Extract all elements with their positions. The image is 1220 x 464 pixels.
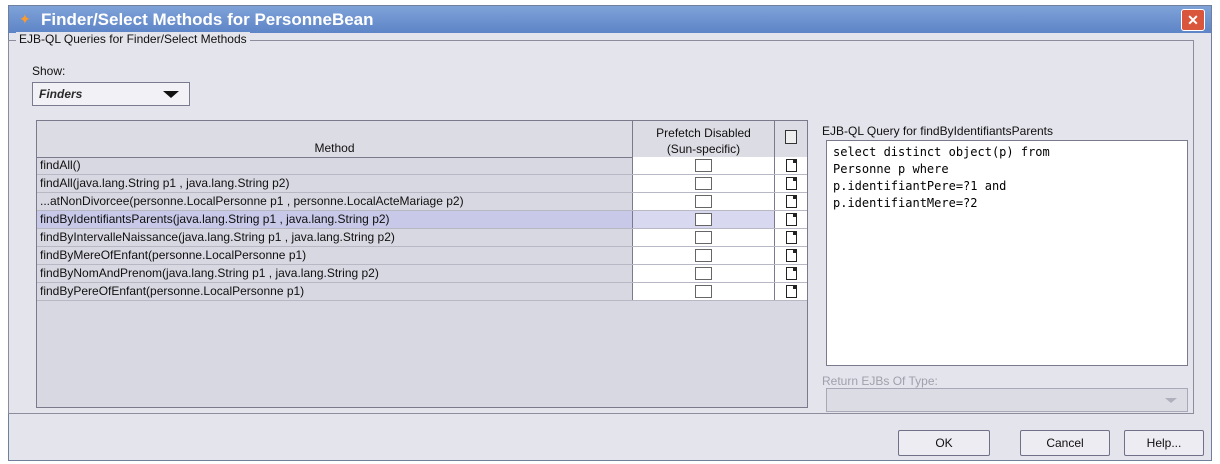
prefetch-checkbox[interactable] (695, 213, 712, 226)
prefetch-cell (633, 211, 775, 228)
method-column-header[interactable]: Method (37, 121, 633, 157)
query-textarea[interactable]: select distinct object(p) from Personne … (826, 140, 1188, 366)
return-type-dropdown[interactable] (826, 388, 1188, 412)
close-icon: ✕ (1187, 12, 1199, 28)
prefetch-cell (633, 175, 775, 192)
method-cell[interactable]: findByIdentifiantsParents(java.lang.Stri… (37, 211, 633, 228)
prefetch-checkbox[interactable] (695, 177, 712, 190)
document-icon (785, 130, 797, 144)
edit-query-icon[interactable] (786, 195, 797, 208)
prefetch-header-line2: (Sun-specific) (666, 142, 741, 156)
query-label: EJB-QL Query for findByIdentifiantsParen… (822, 124, 1053, 138)
title-bar[interactable]: ✦ Finder/Select Methods for PersonneBean… (9, 6, 1211, 33)
method-cell[interactable]: findAll() (37, 157, 633, 174)
table-row[interactable]: findAll(java.lang.String p1 , java.lang.… (37, 175, 807, 193)
prefetch-checkbox[interactable] (695, 267, 712, 280)
table-row[interactable]: findAll() (37, 157, 807, 175)
edit-query-icon[interactable] (786, 249, 797, 262)
prefetch-cell (633, 193, 775, 210)
prefetch-checkbox[interactable] (695, 285, 712, 298)
query-cell (775, 283, 807, 300)
java-cup-icon: ✦ (19, 11, 31, 27)
methods-table: Method Prefetch Disabled (Sun-specific) … (36, 120, 808, 408)
method-cell[interactable]: ...atNonDivorcee(personne.LocalPersonne … (37, 193, 633, 210)
ok-button[interactable]: OK (898, 430, 990, 456)
method-cell[interactable]: findByIntervalleNaissance(java.lang.Stri… (37, 229, 633, 246)
table-row[interactable]: findByIdentifiantsParents(java.lang.Stri… (37, 211, 807, 229)
edit-query-icon[interactable] (786, 285, 797, 298)
prefetch-cell (633, 283, 775, 300)
chevron-down-icon (1165, 398, 1177, 403)
edit-query-icon[interactable] (786, 213, 797, 226)
prefetch-cell (633, 247, 775, 264)
edit-query-icon[interactable] (786, 159, 797, 172)
query-cell (775, 265, 807, 282)
table-row[interactable]: findByPereOfEnfant(personne.LocalPersonn… (37, 283, 807, 301)
query-column-header[interactable] (775, 121, 807, 157)
method-header-label: Method (314, 141, 355, 155)
table-row[interactable]: findByMereOfEnfant(personne.LocalPersonn… (37, 247, 807, 265)
query-cell (775, 211, 807, 228)
show-dropdown[interactable]: Finders (32, 82, 190, 106)
query-cell (775, 247, 807, 264)
prefetch-checkbox[interactable] (695, 249, 712, 262)
query-cell (775, 157, 807, 174)
return-type-label: Return EJBs Of Type: (822, 374, 938, 388)
window-title: Finder/Select Methods for PersonneBean (41, 10, 374, 29)
table-row[interactable]: findByIntervalleNaissance(java.lang.Stri… (37, 229, 807, 247)
method-cell[interactable]: findByPereOfEnfant(personne.LocalPersonn… (37, 283, 633, 300)
prefetch-checkbox[interactable] (695, 195, 712, 208)
chevron-down-icon (163, 91, 179, 98)
method-cell[interactable]: findAll(java.lang.String p1 , java.lang.… (37, 175, 633, 192)
prefetch-header-line1: Prefetch Disabled (656, 126, 751, 140)
method-cell[interactable]: findByMereOfEnfant(personne.LocalPersonn… (37, 247, 633, 264)
prefetch-column-header[interactable]: Prefetch Disabled (Sun-specific) (633, 121, 775, 157)
show-dropdown-value: Finders (39, 87, 83, 101)
close-button[interactable]: ✕ (1181, 9, 1205, 31)
query-cell (775, 193, 807, 210)
prefetch-cell (633, 229, 775, 246)
group-title: EJB-QL Queries for Finder/Select Methods (16, 32, 250, 46)
query-cell (775, 175, 807, 192)
prefetch-checkbox[interactable] (695, 231, 712, 244)
prefetch-cell (633, 265, 775, 282)
query-cell (775, 229, 807, 246)
table-row[interactable]: findByNomAndPrenom(java.lang.String p1 ,… (37, 265, 807, 283)
prefetch-cell (633, 157, 775, 174)
show-label: Show: (32, 64, 66, 78)
cancel-button[interactable]: Cancel (1020, 430, 1110, 456)
edit-query-icon[interactable] (786, 177, 797, 190)
table-row[interactable]: ...atNonDivorcee(personne.LocalPersonne … (37, 193, 807, 211)
help-button[interactable]: Help... (1124, 430, 1204, 456)
method-cell[interactable]: findByNomAndPrenom(java.lang.String p1 ,… (37, 265, 633, 282)
edit-query-icon[interactable] (786, 267, 797, 280)
table-header: Method Prefetch Disabled (Sun-specific) (37, 121, 807, 158)
prefetch-checkbox[interactable] (695, 159, 712, 172)
edit-query-icon[interactable] (786, 231, 797, 244)
